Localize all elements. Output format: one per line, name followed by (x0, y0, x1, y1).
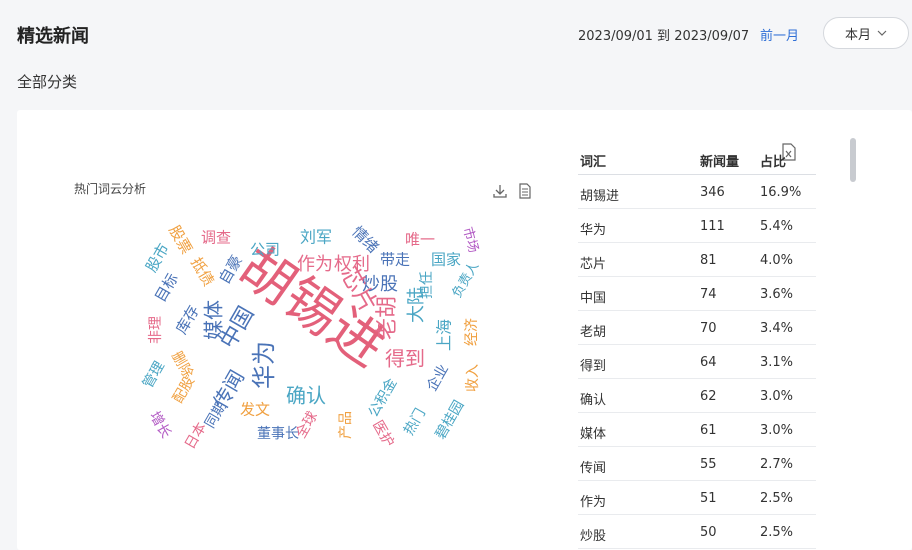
word-cloud-word[interactable]: 带走 (380, 251, 410, 269)
header-word: 词汇 (580, 155, 607, 170)
word-cloud-word[interactable]: 华为 (250, 341, 278, 389)
word-cloud: 胡锡进华为芯片中国 老胡得到确认媒体传闻作为 权利炒股大陆上海刘军公司自豪调查股市股… (140, 222, 482, 452)
word-cloud-word[interactable]: 股市 (142, 240, 173, 275)
cell-word: 媒体 (580, 427, 607, 442)
word-cloud-title: 热门词云分析 (74, 182, 147, 196)
cell-count: 111 (700, 219, 725, 234)
word-cloud-word[interactable]: 权利 (334, 254, 370, 275)
table-row: 确认 62 3.0% (578, 379, 816, 413)
cell-count: 81 (700, 253, 717, 268)
cell-ratio: 3.0% (760, 389, 794, 404)
word-cloud-word[interactable]: 得到 (385, 347, 425, 371)
chevron-down-icon (877, 28, 887, 39)
word-cloud-word[interactable]: 媒体 (202, 300, 226, 340)
header-bar: 精选新闻 2023/09/01 到 2023/09/07 前一月 本月 (0, 0, 912, 66)
table-header-row: 词汇 新闻量 占比 (578, 141, 816, 175)
cell-ratio: 3.0% (760, 423, 794, 438)
table-row: 中国 74 3.6% (578, 277, 816, 311)
table-row: 传闻 55 2.7% (578, 447, 816, 481)
date-range: 2023/09/01 到 2023/09/07 (578, 29, 750, 44)
word-cloud-word[interactable]: 目标 (151, 270, 182, 305)
word-cloud-word[interactable]: 医护 (369, 418, 397, 450)
cell-count: 55 (700, 457, 717, 472)
cell-ratio: 3.1% (760, 355, 794, 370)
header-ratio: 占比 (760, 155, 787, 170)
word-cloud-word[interactable]: 上海 (435, 319, 454, 351)
cell-word: 芯片 (580, 257, 607, 272)
table-row: 媒体 61 3.0% (578, 413, 816, 447)
cell-word: 得到 (580, 359, 607, 374)
word-cloud-word[interactable]: 确认 (286, 384, 326, 408)
word-cloud-word[interactable]: 发文 (240, 401, 270, 419)
word-cloud-word[interactable]: 热门 (401, 406, 429, 438)
cell-ratio: 2.7% (760, 457, 794, 472)
cell-word: 华为 (580, 223, 607, 238)
cell-count: 62 (700, 389, 717, 404)
table-row: 胡锡进 346 16.9% (578, 175, 816, 209)
word-cloud-word[interactable]: 非理 (148, 316, 164, 344)
cell-count: 50 (700, 525, 717, 540)
word-cloud-word[interactable]: 库存 (172, 302, 203, 337)
cell-ratio: 3.6% (760, 287, 794, 302)
word-cloud-word[interactable]: 老胡 (375, 296, 400, 340)
header-count: 新闻量 (700, 155, 740, 170)
cell-ratio: 16.9% (760, 185, 802, 200)
table-row: 老胡 70 3.4% (578, 311, 816, 345)
cell-ratio: 4.0% (760, 253, 794, 268)
word-cloud-word[interactable]: 公司 (250, 241, 280, 259)
cell-word: 传闻 (580, 461, 607, 476)
word-cloud-word[interactable]: 管理 (140, 359, 168, 391)
word-cloud-word[interactable]: 碧桂园 (433, 398, 468, 442)
cell-count: 74 (700, 287, 717, 302)
category-title: 全部分类 (17, 73, 78, 91)
cell-count: 70 (700, 321, 717, 336)
cell-word: 确认 (580, 393, 607, 408)
cell-ratio: 5.4% (760, 219, 794, 234)
cell-ratio: 2.5% (760, 491, 794, 506)
word-cloud-word[interactable]: 炒股 (362, 274, 398, 295)
page-title: 精选新闻 (17, 26, 89, 47)
cell-word: 中国 (580, 291, 607, 306)
table-row: 炒股 50 2.5% (578, 515, 816, 549)
word-cloud-word[interactable]: 刘军 (300, 228, 332, 247)
table-row: 得到 64 3.1% (578, 345, 816, 379)
word-table: 词汇 新闻量 占比 胡锡进 346 16.9% 华为 111 5.4% 芯片 81 4.0% 中国… (578, 141, 816, 549)
word-cloud-word[interactable]: 唯一 (405, 231, 435, 249)
word-cloud-word[interactable]: 抵债 (187, 254, 218, 289)
word-cloud-word[interactable]: 增长 (146, 409, 174, 441)
scrollbar[interactable] (850, 138, 856, 182)
download-icon[interactable] (492, 183, 508, 203)
period-select-value: 本月 (844, 27, 871, 43)
word-cloud-word[interactable]: 作为 (297, 254, 333, 275)
cell-word: 胡锡进 (580, 189, 620, 204)
word-cloud-word[interactable]: 收入 (465, 364, 481, 392)
cell-word: 作为 (580, 495, 607, 510)
period-select[interactable]: 本月 (823, 17, 909, 49)
word-cloud-word[interactable]: 国家 (431, 251, 461, 269)
cell-ratio: 2.5% (760, 525, 794, 540)
cell-count: 61 (700, 423, 717, 438)
document-icon[interactable] (518, 183, 532, 203)
cell-count: 346 (700, 185, 725, 200)
word-cloud-word[interactable]: 情绪 (348, 223, 382, 257)
cell-ratio: 3.4% (760, 321, 794, 336)
cell-count: 51 (700, 491, 717, 506)
word-cloud-word[interactable]: 企业 (423, 361, 452, 394)
table-row: 华为 111 5.4% (578, 209, 816, 243)
word-cloud-word[interactable]: 删除 (168, 349, 196, 381)
word-cloud-word[interactable]: 调查 (201, 229, 231, 247)
word-cloud-word[interactable]: 担任 (419, 271, 435, 299)
word-cloud-word[interactable]: 经济 (464, 318, 480, 346)
table-row: 作为 51 2.5% (578, 481, 816, 515)
cell-count: 64 (700, 355, 717, 370)
cell-word: 老胡 (580, 325, 607, 340)
prev-month-link[interactable]: 前一月 (760, 25, 799, 44)
word-cloud-word[interactable]: 公积金 (366, 376, 401, 420)
word-cloud-word[interactable]: 产品 (338, 411, 354, 439)
cell-word: 炒股 (580, 529, 607, 544)
table-row: 芯片 81 4.0% (578, 243, 816, 277)
word-cloud-word[interactable]: 董事长 (257, 426, 299, 442)
word-cloud-word[interactable]: 市场 (459, 225, 481, 254)
